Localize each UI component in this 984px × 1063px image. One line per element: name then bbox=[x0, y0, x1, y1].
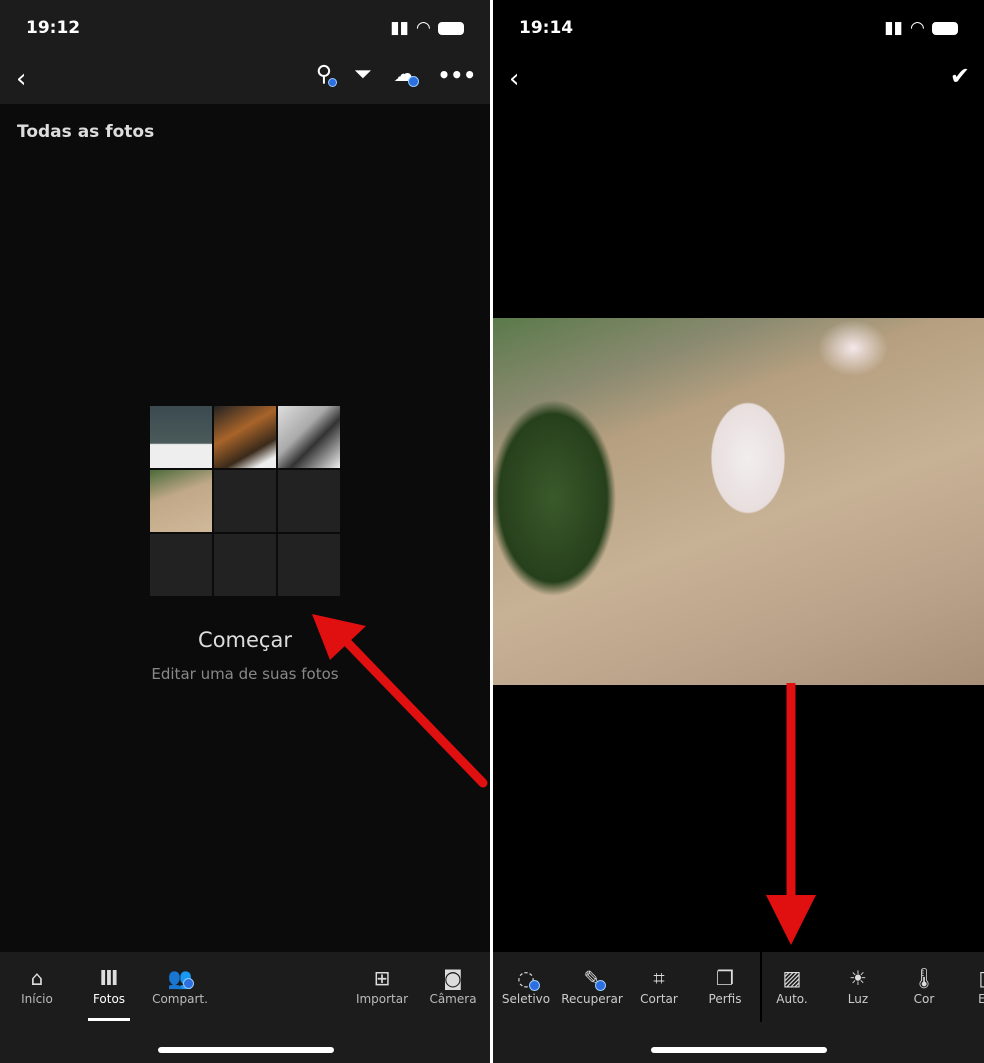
red-arrow-left bbox=[312, 614, 488, 788]
red-arrow-right bbox=[766, 683, 816, 945]
annotation-arrows bbox=[312, 614, 816, 945]
